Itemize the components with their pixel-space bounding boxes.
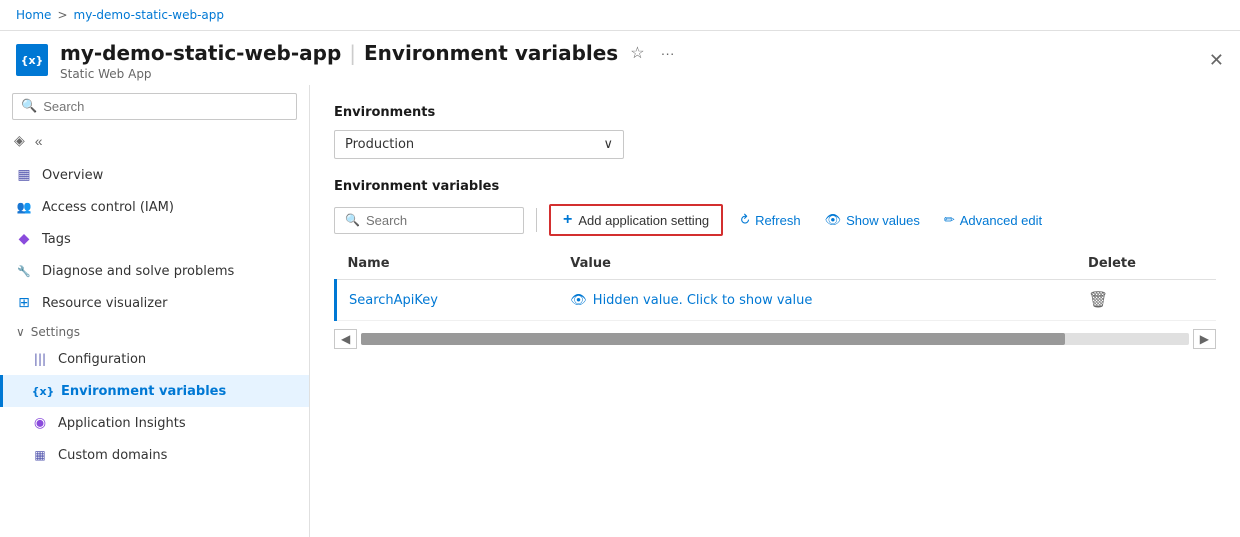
search-icon: 🔍	[21, 99, 37, 114]
delete-button[interactable]: 🗑	[1088, 290, 1108, 310]
overview-icon: ▦	[16, 167, 32, 183]
col-value-header: Value	[558, 248, 1076, 280]
sidebar-item-tags[interactable]: ◆ Tags	[0, 223, 309, 255]
sidebar: 🔍 ◈ « ▦ Overview 👥 Access control (IAM) …	[0, 85, 310, 537]
sidebar-item-envvars[interactable]: {x} Environment variables	[0, 375, 309, 407]
advanced-edit-button[interactable]: ✏ Advanced edit	[936, 207, 1050, 233]
sidebar-item-label: Diagnose and solve problems	[42, 264, 234, 279]
scroll-thumb[interactable]	[361, 333, 1064, 345]
add-btn-label: Add application setting	[578, 213, 709, 228]
env-variables-label: Environment variables	[334, 179, 1216, 194]
table-cell-value: 👁 Hidden value. Click to show value	[558, 280, 1076, 321]
hidden-value-text[interactable]: Hidden value. Click to show value	[593, 293, 813, 308]
domains-icon: ▦	[32, 447, 48, 463]
refresh-button[interactable]: ↻ Refresh	[731, 207, 808, 233]
refresh-icon: ↻	[735, 210, 754, 229]
header-title-area: my-demo-static-web-app | Environment var…	[60, 39, 679, 81]
sidebar-item-label: Environment variables	[61, 384, 226, 399]
envvar-icon: {x}	[35, 383, 51, 399]
sidebar-search-container: 🔍	[0, 85, 309, 128]
table-cell-name: SearchApiKey	[336, 280, 559, 321]
sidebar-item-overview[interactable]: ▦ Overview	[0, 159, 309, 191]
settings-section-header[interactable]: ∨ Settings	[0, 319, 309, 343]
app-name: my-demo-static-web-app	[60, 41, 341, 65]
search-box[interactable]: 🔍	[334, 207, 524, 234]
collapse-arrow: ∨	[16, 325, 25, 339]
close-button[interactable]: ✕	[1209, 50, 1224, 71]
env-dropdown-value: Production	[345, 137, 414, 152]
sidebar-search-input[interactable]	[43, 99, 288, 114]
advanced-edit-label: Advanced edit	[960, 213, 1042, 228]
sidebar-item-label: Custom domains	[58, 448, 167, 463]
show-values-label: Show values	[846, 213, 920, 228]
scroll-left-button[interactable]: ◀	[334, 329, 357, 349]
sidebar-item-label: Resource visualizer	[42, 296, 167, 311]
page-header: {x} my-demo-static-web-app | Environment…	[0, 31, 1240, 85]
diagnose-icon: 🔧	[16, 263, 32, 279]
content-area: Environments Production ∨ Environment va…	[310, 85, 1240, 537]
breadcrumb-current[interactable]: my-demo-static-web-app	[74, 8, 225, 22]
settings-label: Settings	[31, 325, 80, 339]
horizontal-scrollbar: ◀ ▶	[334, 325, 1216, 353]
col-name-header: Name	[336, 248, 559, 280]
more-button[interactable]: ···	[657, 41, 679, 65]
config-icon: |||	[32, 351, 48, 367]
title-separator: |	[349, 41, 356, 65]
sidebar-item-domains[interactable]: ▦ Custom domains	[0, 439, 309, 471]
plus-icon: +	[563, 211, 572, 229]
toolbar-separator	[536, 208, 537, 232]
col-delete-header: Delete	[1076, 248, 1216, 280]
sidebar-item-label: Tags	[42, 232, 71, 247]
table-row: SearchApiKey 👁 Hidden value. Click to sh…	[336, 280, 1217, 321]
sidebar-item-label: Overview	[42, 168, 103, 183]
edit-icon: ✏	[944, 212, 955, 228]
main-layout: 🔍 ◈ « ▦ Overview 👥 Access control (IAM) …	[0, 85, 1240, 537]
breadcrumb: Home > my-demo-static-web-app	[16, 8, 224, 22]
page-title: Environment variables	[364, 41, 618, 65]
breadcrumb-sep: >	[57, 8, 67, 22]
sidebar-search-box[interactable]: 🔍	[12, 93, 297, 120]
tags-icon: ◆	[16, 231, 32, 247]
iam-icon: 👥	[16, 199, 32, 215]
resource-icon: ⊞	[16, 295, 32, 311]
env-variables-section: Environment variables 🔍 + Add applicatio…	[334, 179, 1216, 353]
search-input[interactable]	[366, 213, 486, 228]
favorite-button[interactable]: ☆	[626, 39, 648, 67]
insights-icon: ◉	[32, 415, 48, 431]
show-values-button[interactable]: 👁 Show values	[817, 207, 928, 233]
sidebar-item-label: Configuration	[58, 352, 146, 367]
setting-name-link[interactable]: SearchApiKey	[349, 293, 438, 308]
environment-dropdown[interactable]: Production ∨	[334, 130, 624, 159]
sidebar-item-diagnose[interactable]: 🔧 Diagnose and solve problems	[0, 255, 309, 287]
scroll-track[interactable]	[361, 333, 1189, 345]
eye-icon: 👁	[570, 293, 587, 308]
breadcrumb-bar: Home > my-demo-static-web-app	[0, 0, 1240, 31]
sidebar-item-resource[interactable]: ⊞ Resource visualizer	[0, 287, 309, 319]
sidebar-item-configuration[interactable]: ||| Configuration	[0, 343, 309, 375]
sidebar-action-bar: ◈ «	[0, 128, 309, 159]
table-cell-delete: 🗑	[1076, 280, 1216, 321]
refresh-label: Refresh	[755, 213, 801, 228]
breadcrumb-home[interactable]: Home	[16, 8, 51, 22]
pin-button[interactable]: ◈	[12, 130, 27, 151]
table-header-row: Name Value Delete	[336, 248, 1217, 280]
app-icon: {x}	[16, 44, 48, 76]
scroll-right-button[interactable]: ▶	[1193, 329, 1216, 349]
collapse-button[interactable]: «	[33, 131, 45, 151]
app-subtitle: Static Web App	[60, 67, 679, 81]
environments-label: Environments	[334, 105, 1216, 120]
sidebar-item-insights[interactable]: ◉ Application Insights	[0, 407, 309, 439]
add-application-setting-button[interactable]: + Add application setting	[549, 204, 723, 236]
sidebar-item-label: Access control (IAM)	[42, 200, 174, 215]
eye-icon: 👁	[825, 212, 842, 228]
env-vars-table: Name Value Delete SearchApiKey 👁 Hi	[334, 248, 1216, 321]
search-icon: 🔍	[345, 213, 360, 227]
sidebar-item-iam[interactable]: 👥 Access control (IAM)	[0, 191, 309, 223]
sidebar-item-label: Application Insights	[58, 416, 186, 431]
hidden-value-container: 👁 Hidden value. Click to show value	[570, 293, 1064, 308]
toolbar: 🔍 + Add application setting ↻ Refresh 👁 …	[334, 204, 1216, 236]
chevron-down-icon: ∨	[603, 137, 613, 152]
